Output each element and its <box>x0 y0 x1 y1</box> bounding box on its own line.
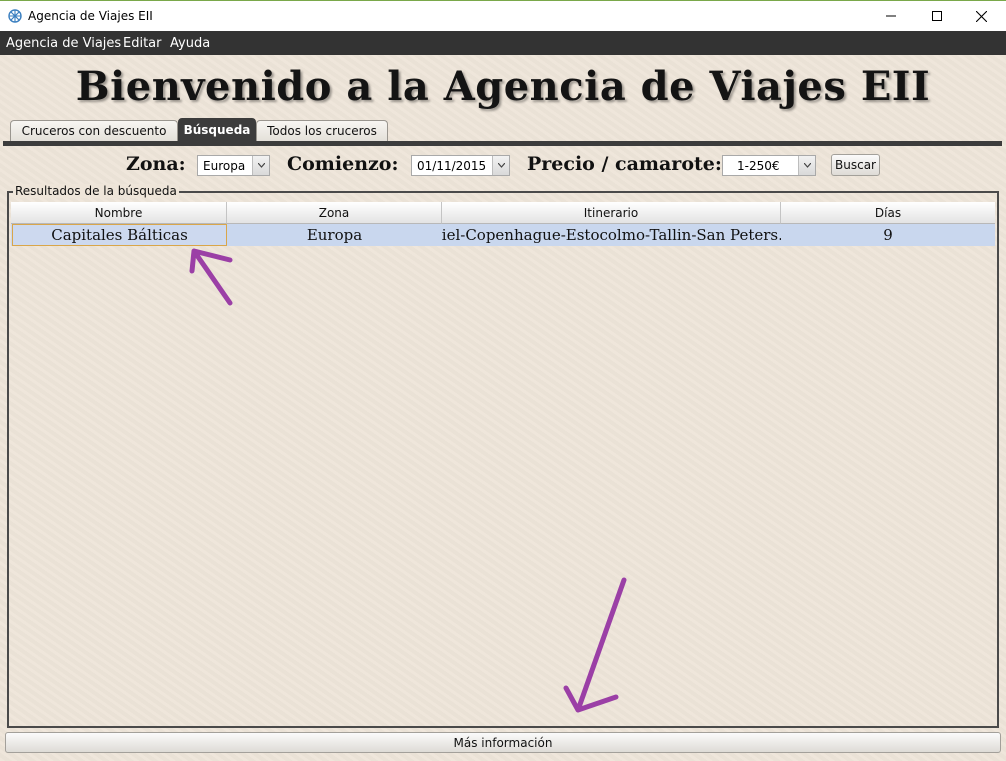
cell-nombre[interactable]: Capitales Bálticas <box>12 224 227 246</box>
tab-todos-cruceros[interactable]: Todos los cruceros <box>256 120 388 141</box>
column-header-nombre[interactable]: Nombre <box>11 202 227 224</box>
chevron-down-icon[interactable] <box>798 156 815 175</box>
chevron-down-icon[interactable] <box>252 156 269 175</box>
tab-cruceros-descuento[interactable]: Cruceros con descuento <box>10 120 178 141</box>
tab-divider <box>3 141 1002 146</box>
results-table: Nombre Zona Itinerario Días Capitales Bá… <box>11 202 995 246</box>
main-content: Bienvenido a la Agencia de Viajes EII Cr… <box>0 55 1006 761</box>
precio-value: 1-250€ <box>737 159 780 173</box>
precio-select[interactable]: 1-250€ <box>722 155 816 176</box>
column-header-zona[interactable]: Zona <box>227 202 442 224</box>
cell-dias[interactable]: 9 <box>781 224 995 246</box>
minimize-icon <box>886 15 896 17</box>
comienzo-label: Comienzo: <box>287 153 399 175</box>
title-bar: Agencia de Viajes EII <box>0 0 1006 31</box>
comienzo-select[interactable]: 01/11/2015 <box>411 155 510 176</box>
page-title: Bienvenido a la Agencia de Viajes EII <box>75 63 931 110</box>
close-button[interactable] <box>958 1 1004 31</box>
precio-label: Precio / camarote: <box>527 153 722 175</box>
cell-zona[interactable]: Europa <box>227 224 442 246</box>
zona-value: Europa <box>203 159 246 173</box>
tab-busqueda[interactable]: Búsqueda <box>178 118 256 141</box>
zona-label: Zona: <box>126 153 186 175</box>
results-group: Resultados de la búsqueda Nombre Zona It… <box>7 184 999 728</box>
menu-bar: Agencia de Viajes Editar Ayuda <box>0 31 1006 55</box>
cell-itinerario[interactable]: Kiel-Copenhague-Estocolmo-Tallin-San Pet… <box>442 224 781 246</box>
maximize-button[interactable] <box>914 1 960 31</box>
table-header: Nombre Zona Itinerario Días <box>11 202 995 224</box>
results-group-title: Resultados de la búsqueda <box>13 184 179 198</box>
column-header-dias[interactable]: Días <box>781 202 995 224</box>
table-row[interactable]: Capitales Bálticas Europa Kiel-Copenhagu… <box>11 224 995 246</box>
search-bar: Zona: Europa Comienzo: 01/11/2015 Precio… <box>0 152 1006 180</box>
maximize-icon <box>932 11 942 21</box>
column-header-itinerario[interactable]: Itinerario <box>442 202 781 224</box>
menu-ayuda[interactable]: Ayuda <box>170 36 210 51</box>
more-info-button[interactable]: Más información <box>5 732 1001 753</box>
zona-select[interactable]: Europa <box>197 155 270 176</box>
comienzo-value: 01/11/2015 <box>417 159 487 173</box>
menu-editar[interactable]: Editar <box>123 36 162 51</box>
buscar-button[interactable]: Buscar <box>831 154 880 176</box>
menu-agencia[interactable]: Agencia de Viajes <box>6 36 121 51</box>
chevron-down-icon[interactable] <box>492 156 509 175</box>
window-title: Agencia de Viajes EII <box>28 9 153 23</box>
close-icon <box>975 10 987 22</box>
minimize-button[interactable] <box>868 1 914 31</box>
app-icon <box>8 9 22 23</box>
